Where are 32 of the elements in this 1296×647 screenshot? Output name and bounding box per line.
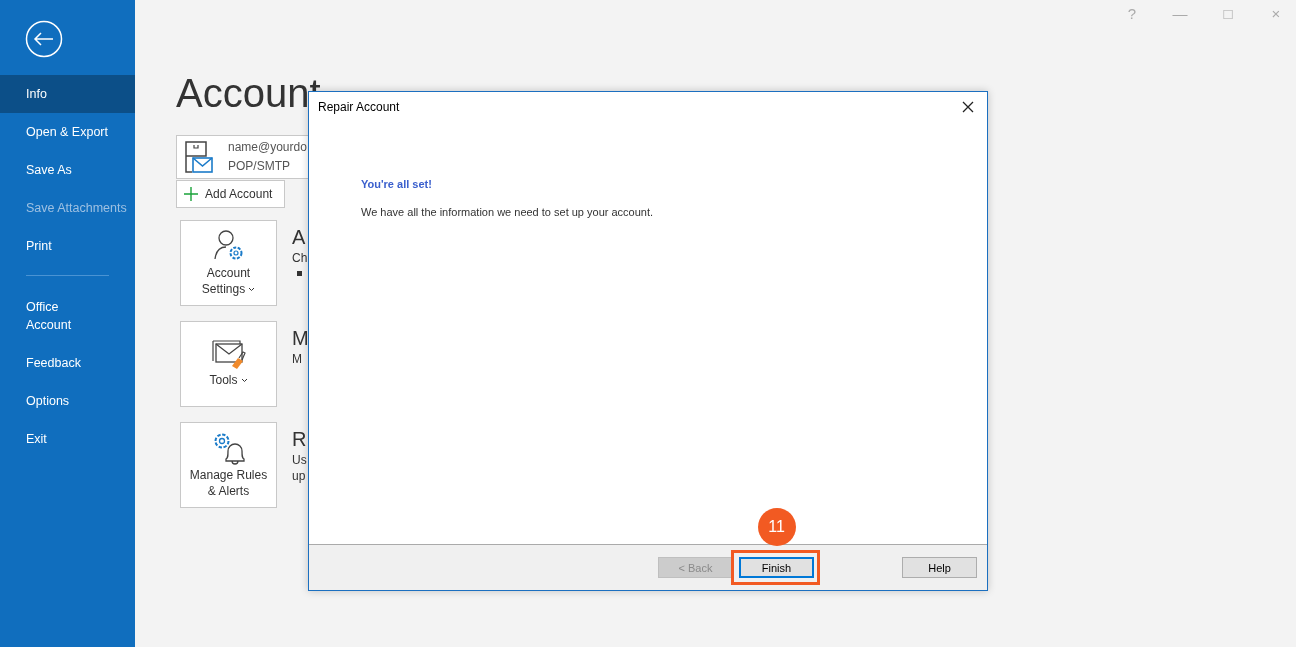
section-heading: R — [292, 427, 307, 452]
card-button[interactable]: Tools — [180, 321, 277, 407]
account-email: name@yourdo — [228, 139, 307, 156]
add-account-button[interactable]: Add Account — [176, 180, 285, 208]
close-icon — [962, 101, 974, 113]
section-text: M — [292, 351, 303, 367]
dialog-message: We have all the information we need to set up your account. — [361, 206, 655, 218]
section-text: Ch — [292, 250, 308, 266]
envelope-brush-icon — [211, 340, 246, 370]
dialog-heading: You're all set! — [361, 178, 433, 190]
sidebar-item[interactable]: Feedback — [0, 344, 107, 382]
sidebar-item[interactable]: Options — [0, 382, 107, 420]
dialog-button[interactable]: Finish — [739, 557, 814, 578]
section-text: up — [292, 468, 307, 484]
section-text: Us — [292, 452, 307, 468]
sidebar-item[interactable]: Info — [0, 75, 135, 113]
section-heading: A — [292, 225, 307, 250]
section-heading: M — [292, 326, 309, 351]
sidebar-item[interactable]: Office Account — [0, 288, 107, 344]
back-button[interactable] — [25, 20, 63, 58]
step-badge: 11 — [757, 508, 796, 546]
card-button[interactable]: Account Settings — [180, 220, 277, 306]
card-button[interactable]: Manage Rules & Alerts — [180, 422, 277, 508]
mailbox-icon — [184, 140, 214, 174]
dialog-title: Repair Account — [318, 100, 400, 114]
sidebar-item[interactable]: Save As — [0, 151, 135, 189]
sidebar-item[interactable]: Open & Export — [0, 113, 135, 151]
sidebar-item[interactable]: Exit — [0, 420, 107, 458]
account-type: POP/SMTP — [228, 158, 291, 175]
plus-icon — [183, 186, 199, 202]
sidebar-item[interactable]: Print — [0, 227, 135, 265]
dialog-button[interactable]: Help — [902, 557, 977, 578]
